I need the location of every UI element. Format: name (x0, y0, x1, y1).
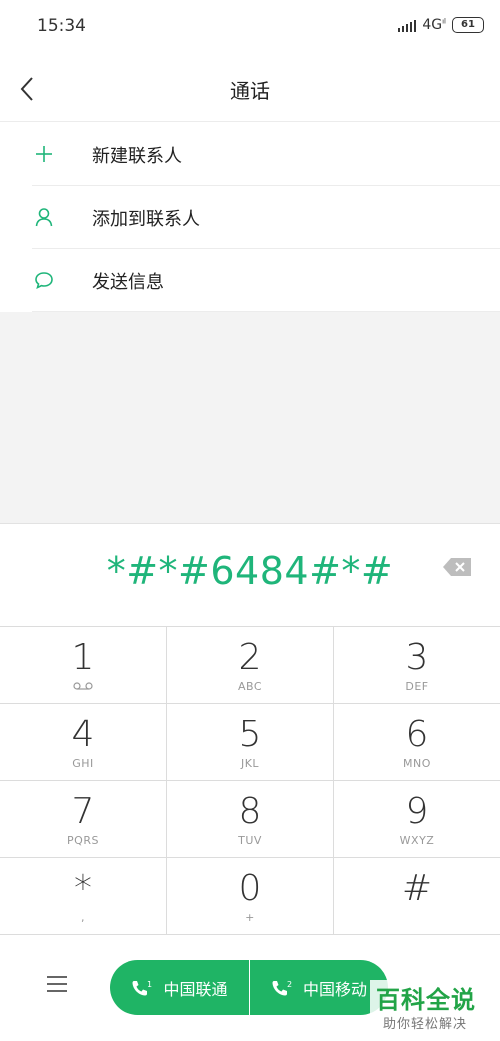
dialed-number: *#*#6484#*# (106, 549, 394, 593)
key-digit: # (401, 868, 433, 909)
key-6[interactable]: 6 MNO (334, 704, 500, 780)
key-3[interactable]: 3 DEF (334, 627, 500, 703)
keypad-row: 4 GHI 5 JKL 6 MNO (0, 704, 500, 781)
key-letters: WXYZ (399, 834, 435, 847)
watermark-logo: 百科全说 助你轻松解决 (370, 980, 492, 1034)
menu-item-send-message[interactable]: 发送信息 (0, 249, 500, 312)
key-digit: 1 (71, 637, 95, 678)
watermark-subtitle: 助你轻松解决 (383, 1017, 468, 1032)
sim2-carrier-label: 中国移动 (302, 979, 367, 999)
key-9[interactable]: 9 WXYZ (334, 781, 500, 857)
network-type: 4Gıl (422, 17, 446, 33)
dial-keypad: 1 2 ABC 3 DEF 4 GHI 5 JKL 6 MNO 7 PQRS 8… (0, 627, 500, 935)
key-7[interactable]: 7 PQRS (0, 781, 167, 857)
key-digit: 9 (405, 791, 429, 832)
key-letters: GHI (72, 757, 94, 770)
svg-text:2: 2 (287, 980, 292, 989)
key-star[interactable]: * , (0, 858, 167, 934)
call-sim2-button[interactable]: 2 中国移动 (250, 960, 388, 1015)
status-time: 15:34 (37, 16, 86, 36)
battery-icon: 61 (452, 17, 484, 33)
voicemail-icon (73, 682, 93, 690)
key-hash[interactable]: # (334, 858, 500, 934)
key-digit: 4 (71, 714, 95, 755)
key-letters: , (81, 911, 85, 924)
keypad-row: 7 PQRS 8 TUV 9 WXYZ (0, 781, 500, 858)
menu-item-label: 发送信息 (92, 272, 164, 293)
key-digit: 2 (238, 637, 262, 678)
key-digit: 6 (405, 714, 429, 755)
action-menu: 新建联系人 添加到联系人 发送信息 (0, 123, 500, 312)
person-icon (35, 208, 53, 227)
key-1[interactable]: 1 (0, 627, 167, 703)
key-letters: JKL (240, 757, 260, 770)
svg-text:1: 1 (147, 980, 152, 989)
status-indicators: 4Gıl 61 (398, 17, 484, 33)
menu-item-add-to-contact[interactable]: 添加到联系人 (0, 186, 500, 249)
keypad-row: 1 2 ABC 3 DEF (0, 627, 500, 704)
key-digit: 3 (405, 637, 429, 678)
key-digit: * (74, 868, 92, 909)
menu-item-new-contact[interactable]: 新建联系人 (0, 123, 500, 186)
page-title: 通话 (230, 79, 270, 103)
menu-item-label: 添加到联系人 (92, 209, 200, 230)
key-letters: + (245, 911, 255, 924)
empty-area (0, 312, 500, 524)
phone-sim2-icon: 2 (272, 980, 292, 995)
key-5[interactable]: 5 JKL (167, 704, 334, 780)
key-8[interactable]: 8 TUV (167, 781, 334, 857)
key-4[interactable]: 4 GHI (0, 704, 167, 780)
key-digit: 7 (71, 791, 95, 832)
watermark-title: 百科全说 (376, 986, 476, 1014)
key-letters: PQRS (67, 834, 99, 847)
key-digit: 8 (238, 791, 262, 832)
key-digit: 0 (238, 868, 262, 909)
plus-icon (36, 146, 52, 162)
key-letters: DEF (405, 680, 429, 693)
key-letters: TUV (238, 834, 262, 847)
key-letters: MNO (403, 757, 431, 770)
keypad-row: * , 0 + # (0, 858, 500, 935)
key-0[interactable]: 0 + (167, 858, 334, 934)
sim1-carrier-label: 中国联通 (163, 979, 228, 999)
status-bar: 15:34 4Gıl 61 (0, 0, 500, 56)
signal-strength-icon (398, 19, 417, 32)
menu-icon[interactable] (46, 975, 68, 993)
key-digit: 5 (238, 714, 262, 755)
key-2[interactable]: 2 ABC (167, 627, 334, 703)
key-letters: ABC (237, 680, 263, 693)
backspace-icon[interactable] (442, 556, 474, 578)
menu-item-label: 新建联系人 (92, 146, 182, 167)
phone-sim1-icon: 1 (132, 980, 153, 995)
dial-display: *#*#6484#*# (0, 525, 500, 627)
app-header: 通话 (0, 56, 500, 122)
call-sim1-button[interactable]: 1 中国联通 (110, 960, 249, 1015)
message-bubble-icon (35, 272, 53, 289)
